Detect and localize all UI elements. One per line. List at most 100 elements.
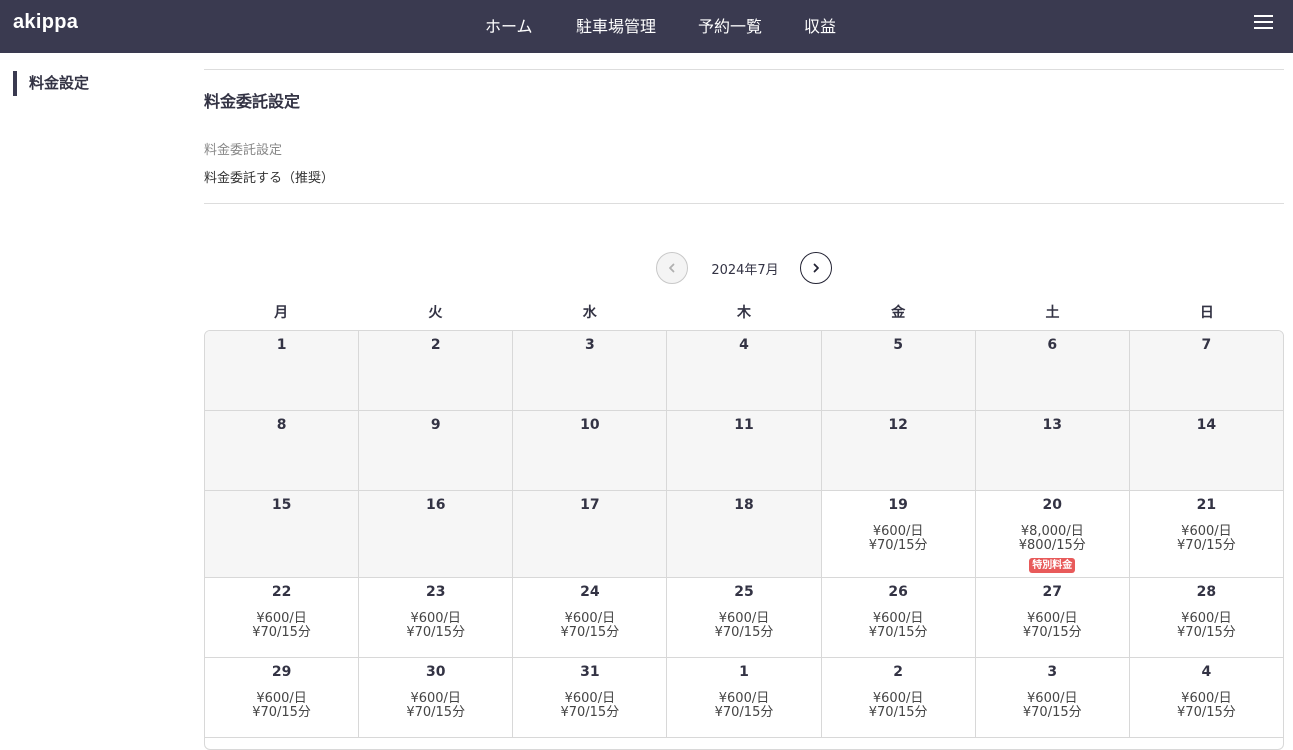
top-navigation-bar: akippa ホーム 駐車場管理 予約一覧 収益 xyxy=(0,0,1293,53)
daily-price: ¥600/日 xyxy=(410,691,461,706)
calendar-day-cell[interactable]: 22 ¥600/日 ¥70/15分 xyxy=(205,578,360,657)
day-number: 21 xyxy=(1196,497,1217,513)
day-number: 4 xyxy=(739,337,749,353)
per-15min-price: ¥70/15分 xyxy=(1177,538,1236,553)
per-15min-price: ¥70/15分 xyxy=(868,538,928,553)
calendar-day-cell: 14 xyxy=(1129,411,1283,490)
weekday-label: 木 xyxy=(736,305,751,321)
next-month-button[interactable] xyxy=(800,252,832,284)
calendar-day-cell: 11 xyxy=(667,411,822,490)
calendar-day-cell[interactable]: 21 ¥600/日 ¥70/15分 xyxy=(1129,491,1283,577)
chevron-right-icon xyxy=(813,263,819,273)
per-15min-price: ¥70/15分 xyxy=(868,625,928,640)
calendar-day-cell[interactable]: 24 ¥600/日 ¥70/15分 xyxy=(513,578,668,657)
calendar-day-cell[interactable]: 25 ¥600/日 ¥70/15分 xyxy=(667,578,822,657)
divider xyxy=(204,69,1284,70)
field-value: 料金委託する（推奨） xyxy=(204,171,335,186)
current-month-label: 2024年7月 xyxy=(711,263,779,278)
day-number: 9 xyxy=(430,417,441,433)
calendar-day-cell[interactable]: 3 ¥600/日 ¥70/15分 xyxy=(975,658,1130,737)
day-number: 30 xyxy=(425,664,446,680)
day-number: 4 xyxy=(1201,664,1212,680)
calendar-day-cell: 6 xyxy=(975,331,1130,410)
daily-price: ¥600/日 xyxy=(410,611,461,626)
nav-item-home[interactable]: ホーム xyxy=(485,13,533,37)
calendar-day-cell[interactable]: 1 ¥600/日 ¥70/15分 xyxy=(667,658,822,737)
calendar-day-cell: 4 xyxy=(667,331,822,410)
day-number: 19 xyxy=(888,497,908,513)
day-number: 29 xyxy=(271,664,292,680)
daily-price: ¥600/日 xyxy=(256,611,307,626)
weekday-header: 月 火 水 木 金 土 日 xyxy=(204,302,1284,322)
daily-price: ¥600/日 xyxy=(872,611,924,626)
main-nav: ホーム 駐車場管理 予約一覧 収益 xyxy=(0,0,1293,53)
daily-price: ¥600/日 xyxy=(1181,611,1232,626)
calendar-day-cell[interactable]: 20 ¥8,000/日 ¥800/15分 特別料金 xyxy=(975,491,1130,577)
daily-price: ¥600/日 xyxy=(872,524,924,539)
daily-price: ¥600/日 xyxy=(872,691,924,706)
day-number: 24 xyxy=(580,584,600,600)
per-15min-price: ¥70/15分 xyxy=(560,705,620,720)
per-15min-price: ¥70/15分 xyxy=(868,705,928,720)
calendar-day-cell[interactable]: 19 ¥600/日 ¥70/15分 xyxy=(821,491,976,577)
day-number: 17 xyxy=(580,497,600,513)
field-label: 料金委託設定 xyxy=(204,143,283,158)
calendar-day-cell: 16 xyxy=(359,491,514,577)
day-number: 23 xyxy=(425,584,446,600)
calendar-day-cell: 3 xyxy=(513,331,668,410)
calendar-day-cell[interactable]: 27 ¥600/日 ¥70/15分 xyxy=(975,578,1130,657)
daily-price: ¥600/日 xyxy=(1027,611,1078,626)
calendar-week-row: 1 2 3 4 5 6 7 xyxy=(205,331,1283,411)
daily-price: ¥8,000/日 xyxy=(1020,524,1084,539)
calendar-day-cell[interactable]: 31 ¥600/日 ¥70/15分 xyxy=(513,658,668,737)
day-number: 12 xyxy=(888,417,908,433)
day-number: 1 xyxy=(739,664,749,680)
section-title: 料金委託設定 xyxy=(204,92,301,111)
calendar-day-cell[interactable]: 29 ¥600/日 ¥70/15分 xyxy=(205,658,360,737)
hamburger-menu-icon[interactable] xyxy=(1254,15,1273,31)
calendar-day-cell: 17 xyxy=(513,491,668,577)
calendar-day-cell: 12 xyxy=(821,411,976,490)
chevron-left-icon xyxy=(669,263,675,273)
daily-price: ¥600/日 xyxy=(718,611,770,626)
per-15min-price: ¥70/15分 xyxy=(252,705,311,720)
calendar-day-cell[interactable]: 4 ¥600/日 ¥70/15分 xyxy=(1129,658,1283,737)
per-15min-price: ¥800/15分 xyxy=(1018,538,1086,553)
calendar-day-cell: 15 xyxy=(205,491,360,577)
daily-price: ¥600/日 xyxy=(564,691,616,706)
calendar-week-row: 8 9 10 11 12 13 14 xyxy=(205,411,1283,491)
day-number: 2 xyxy=(430,337,441,353)
calendar-day-cell[interactable]: 23 ¥600/日 ¥70/15分 xyxy=(359,578,514,657)
per-15min-price: ¥70/15分 xyxy=(1022,705,1082,720)
per-15min-price: ¥70/15分 xyxy=(406,625,466,640)
nav-item-parking-management[interactable]: 駐車場管理 xyxy=(576,13,656,37)
day-number: 20 xyxy=(1042,497,1063,513)
day-number: 25 xyxy=(734,584,754,600)
day-number: 18 xyxy=(734,497,754,513)
day-number: 14 xyxy=(1196,417,1217,433)
calendar-day-cell: 1 xyxy=(205,331,360,410)
price-calendar: 1 2 3 4 5 6 7 8 9 10 11 12 13 14 15 16 17 18 19 ¥600/日 ¥70/1… xyxy=(204,330,1284,750)
calendar-day-cell[interactable]: 30 ¥600/日 ¥70/15分 xyxy=(359,658,514,737)
calendar-day-cell: 7 xyxy=(1129,331,1283,410)
daily-price: ¥600/日 xyxy=(1027,691,1078,706)
day-number: 11 xyxy=(734,417,754,433)
day-number: 7 xyxy=(1201,337,1212,353)
nav-item-reservations[interactable]: 予約一覧 xyxy=(698,13,762,37)
daily-price: ¥600/日 xyxy=(718,691,770,706)
nav-item-revenue[interactable]: 収益 xyxy=(804,13,836,37)
weekday-label: 火 xyxy=(428,305,443,321)
prev-month-button[interactable] xyxy=(656,252,688,284)
weekday-label: 金 xyxy=(891,305,906,321)
weekday-label: 水 xyxy=(582,305,597,321)
calendar-day-cell[interactable]: 2 ¥600/日 ¥70/15分 xyxy=(821,658,976,737)
sidebar-item-price-settings[interactable]: 料金設定 xyxy=(13,71,89,96)
calendar-day-cell[interactable]: 26 ¥600/日 ¥70/15分 xyxy=(821,578,976,657)
calendar-day-cell: 2 xyxy=(359,331,514,410)
calendar-day-cell: 8 xyxy=(205,411,360,490)
calendar-week-row: 15 16 17 18 19 ¥600/日 ¥70/15分 20 ¥8,000/日 ¥800/15… xyxy=(205,491,1283,578)
per-15min-price: ¥70/15分 xyxy=(1022,625,1082,640)
calendar-day-cell[interactable]: 28 ¥600/日 ¥70/15分 xyxy=(1129,578,1283,657)
calendar-day-cell: 18 xyxy=(667,491,822,577)
per-15min-price: ¥70/15分 xyxy=(1177,625,1236,640)
